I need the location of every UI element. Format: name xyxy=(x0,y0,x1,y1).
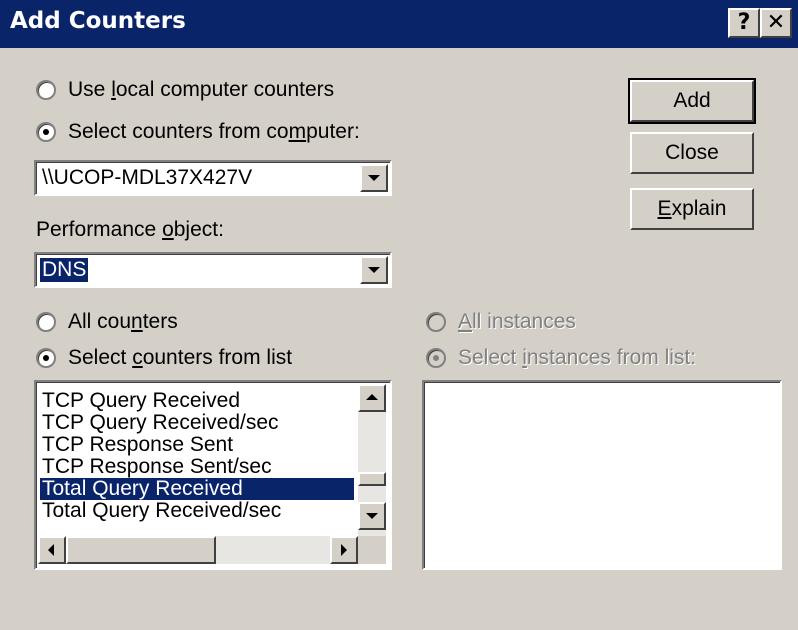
performance-object-value: DNS xyxy=(38,257,90,283)
all-instances-radio-row[interactable]: All instances xyxy=(426,310,576,334)
scroll-right-icon[interactable] xyxy=(330,536,358,564)
counters-listbox[interactable]: TCP Query Received TCP Query Received/se… xyxy=(34,380,392,570)
dialog-title: Add Counters xyxy=(10,8,186,34)
scroll-corner xyxy=(358,536,386,564)
computer-combobox[interactable]: \\UCOP-MDL37X427V xyxy=(34,160,392,196)
instances-listbox[interactable] xyxy=(422,380,782,570)
performance-object-label: Performance object: xyxy=(36,218,224,241)
horizontal-scroll-thumb[interactable] xyxy=(66,536,216,564)
use-local-radio[interactable] xyxy=(36,80,56,100)
select-computer-radio-row[interactable]: Select counters from computer: xyxy=(36,120,360,144)
close-title-button[interactable]: ✕ xyxy=(760,8,792,38)
all-counters-label: All counters xyxy=(68,310,178,333)
computer-value: \\UCOP-MDL37X427V xyxy=(42,166,253,189)
list-item[interactable]: TCP Response Sent/sec xyxy=(40,456,274,478)
add-button[interactable]: Add xyxy=(628,78,756,124)
chevron-down-icon[interactable] xyxy=(360,164,388,192)
explain-button[interactable]: Explain xyxy=(630,188,754,230)
help-icon: ? xyxy=(737,10,751,35)
all-instances-radio[interactable] xyxy=(426,312,446,332)
horizontal-scrollbar[interactable] xyxy=(38,536,358,564)
use-local-label: Use local computer counters xyxy=(68,78,335,101)
select-computer-radio[interactable] xyxy=(36,122,56,142)
list-item-selected[interactable]: Total Query Received xyxy=(40,478,354,500)
title-bar[interactable]: Add Counters ? ✕ xyxy=(0,0,798,48)
scroll-down-icon[interactable] xyxy=(358,502,386,530)
close-button[interactable]: Close xyxy=(630,132,754,174)
select-counters-radio[interactable] xyxy=(36,348,56,368)
close-icon: ✕ xyxy=(766,10,786,35)
list-item[interactable]: TCP Response Sent xyxy=(40,434,235,456)
select-instances-label: Select instances from list: xyxy=(458,346,697,369)
select-instances-radio-row[interactable]: Select instances from list: xyxy=(426,346,696,370)
use-local-radio-row[interactable]: Use local computer counters xyxy=(36,78,334,102)
list-item[interactable]: Total Query Received/sec xyxy=(40,500,283,522)
vertical-scroll-thumb[interactable] xyxy=(358,472,386,486)
scroll-up-icon[interactable] xyxy=(358,384,386,412)
all-instances-label: All instances xyxy=(458,310,576,333)
scroll-left-icon[interactable] xyxy=(38,536,66,564)
select-computer-label: Select counters from computer: xyxy=(68,120,360,143)
list-item[interactable]: TCP Query Received xyxy=(40,390,242,412)
list-item[interactable]: TCP Query Received/sec xyxy=(40,412,281,434)
all-counters-radio[interactable] xyxy=(36,312,56,332)
vertical-scrollbar[interactable] xyxy=(358,384,386,536)
chevron-down-icon[interactable] xyxy=(360,256,388,284)
all-counters-radio-row[interactable]: All counters xyxy=(36,310,178,334)
add-counters-dialog: Add Counters ? ✕ Use local computer coun… xyxy=(0,0,798,630)
select-counters-radio-row[interactable]: Select counters from list xyxy=(36,346,292,370)
select-counters-label: Select counters from list xyxy=(68,346,293,369)
select-instances-radio[interactable] xyxy=(426,348,446,368)
performance-object-combobox[interactable]: DNS xyxy=(34,252,392,288)
help-button[interactable]: ? xyxy=(728,8,760,38)
